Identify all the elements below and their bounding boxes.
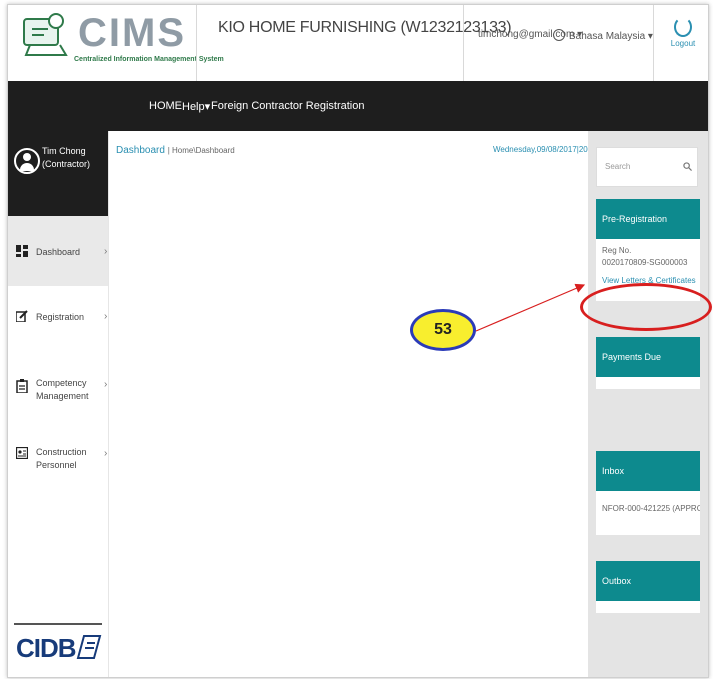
highlight-circle bbox=[580, 283, 712, 331]
annotation-arrow bbox=[475, 283, 586, 332]
step-number-callout: 53 bbox=[410, 309, 476, 351]
